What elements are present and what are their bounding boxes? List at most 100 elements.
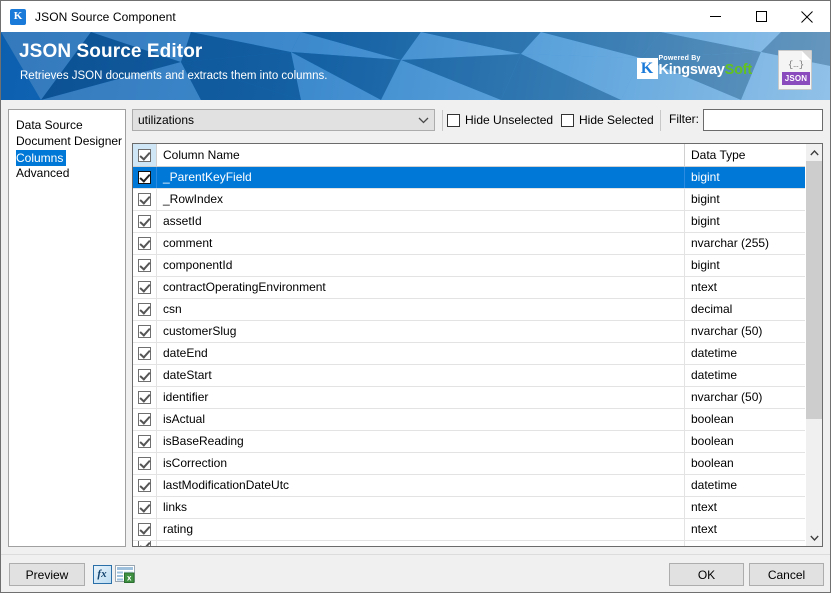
scrollbar-thumb[interactable]: [806, 161, 823, 419]
cell-data-type: bigint: [685, 167, 803, 188]
filter-input[interactable]: [703, 109, 823, 131]
cell-data-type: bigint: [685, 211, 803, 232]
row-checkbox[interactable]: [133, 519, 157, 540]
table-row[interactable]: ratingntext: [133, 519, 805, 541]
cell-column-name: assetId: [157, 211, 685, 232]
page-navigation-list[interactable]: Data Source Document Designer Columns Ad…: [8, 109, 126, 547]
column-header-column-name[interactable]: Column Name: [157, 144, 685, 166]
cell-column-name: isBaseReading: [157, 431, 685, 452]
row-checkbox[interactable]: [133, 475, 157, 496]
row-checkbox[interactable]: [133, 497, 157, 518]
grid-header-row: Column Name Data Type: [133, 144, 805, 167]
row-checkbox[interactable]: [133, 321, 157, 342]
checkbox-box: [138, 149, 151, 162]
row-checkbox[interactable]: [133, 453, 157, 474]
sidebar-item-columns[interactable]: Columns: [9, 149, 125, 165]
chevron-down-icon: [418, 110, 429, 130]
preview-button[interactable]: Preview: [9, 563, 85, 586]
sidebar-item-document-designer[interactable]: Document Designer: [9, 133, 125, 149]
cell-column-name: customerSlug: [157, 321, 685, 342]
grid-vertical-scrollbar[interactable]: [805, 144, 822, 546]
scroll-down-icon[interactable]: [806, 529, 823, 546]
page-title: JSON Source Editor: [19, 41, 202, 63]
select-all-checkbox[interactable]: [133, 144, 157, 166]
cell-column-name: contractOperatingEnvironment: [157, 277, 685, 298]
table-row[interactable]: linksntext: [133, 497, 805, 519]
checkbox-box: [447, 114, 460, 127]
row-checkbox[interactable]: [133, 167, 157, 188]
json-icon-label: JSON: [782, 72, 810, 85]
export-grid-glyph: x: [115, 565, 135, 583]
document-select[interactable]: utilizations: [132, 109, 435, 131]
table-row[interactable]: customerSlugnvarchar (50): [133, 321, 805, 343]
cell-column-name: links: [157, 497, 685, 518]
cell-data-type: bigint: [685, 255, 803, 276]
row-checkbox[interactable]: [133, 343, 157, 364]
row-checkbox[interactable]: [133, 541, 157, 547]
checkbox-box: [138, 413, 151, 426]
row-checkbox[interactable]: [133, 233, 157, 254]
cell-column-name: dateStart: [157, 365, 685, 386]
hide-unselected-checkbox[interactable]: Hide Unselected: [447, 109, 553, 131]
cell-column-name: _RowIndex: [157, 189, 685, 210]
minimize-icon[interactable]: [692, 1, 738, 32]
export-grid-icon[interactable]: x: [114, 563, 136, 585]
hide-selected-checkbox[interactable]: Hide Selected: [561, 109, 654, 131]
table-row[interactable]: dateEnddatetime: [133, 343, 805, 365]
row-checkbox[interactable]: [133, 409, 157, 430]
checkbox-box: [138, 479, 151, 492]
cell-column-name: componentId: [157, 255, 685, 276]
maximize-icon[interactable]: [738, 1, 784, 32]
table-row[interactable]: lastModificationDateUtcdatetime: [133, 475, 805, 497]
scroll-up-icon[interactable]: [806, 144, 823, 161]
table-row[interactable]: csndecimal: [133, 299, 805, 321]
logo-soft-label: Soft: [725, 62, 752, 78]
fx-expression-icon[interactable]: fx: [91, 563, 113, 585]
cancel-button[interactable]: Cancel: [749, 563, 824, 586]
checkbox-box: [138, 457, 151, 470]
sidebar-item-label: Document Designer: [9, 133, 125, 149]
checkbox-box: [138, 215, 151, 228]
table-row[interactable]: contractOperatingEnvironmentntext: [133, 277, 805, 299]
ok-button[interactable]: OK: [669, 563, 744, 586]
table-row[interactable]: assetIdbigint: [133, 211, 805, 233]
editor-body: Data Source Document Designer Columns Ad…: [1, 100, 830, 554]
checkbox-box: [138, 501, 151, 514]
sidebar-item-advanced[interactable]: Advanced: [9, 165, 125, 181]
row-checkbox[interactable]: [133, 189, 157, 210]
table-row[interactable]: commentnvarchar (255): [133, 233, 805, 255]
table-row[interactable]: dateStartdatetime: [133, 365, 805, 387]
svg-text:x: x: [127, 573, 132, 582]
cell-column-name: isActual: [157, 409, 685, 430]
logo-powered-by-label: Powered By: [659, 55, 752, 62]
cell-data-type: boolean: [685, 409, 803, 430]
table-row[interactable]: componentIdbigint: [133, 255, 805, 277]
kingswaysoft-k-icon: [10, 9, 26, 25]
cell-column-name: isCorrection: [157, 453, 685, 474]
table-row[interactable]: isBaseReadingboolean: [133, 431, 805, 453]
row-checkbox[interactable]: [133, 277, 157, 298]
cell-column-name: rating: [157, 519, 685, 540]
row-checkbox[interactable]: [133, 299, 157, 320]
toolbar-separator-2: [660, 110, 661, 131]
close-icon[interactable]: [784, 1, 830, 32]
row-checkbox[interactable]: [133, 387, 157, 408]
table-row[interactable]: _ParentKeyFieldbigint: [133, 167, 805, 189]
table-row[interactable]: isActualboolean: [133, 409, 805, 431]
window-controls: [692, 1, 830, 32]
row-checkbox[interactable]: [133, 211, 157, 232]
table-row[interactable]: [133, 541, 805, 547]
table-row[interactable]: isCorrectionboolean: [133, 453, 805, 475]
window-title: JSON Source Component: [35, 10, 176, 24]
table-row[interactable]: identifiernvarchar (50): [133, 387, 805, 409]
row-checkbox[interactable]: [133, 431, 157, 452]
row-checkbox[interactable]: [133, 365, 157, 386]
table-row[interactable]: _RowIndexbigint: [133, 189, 805, 211]
checkbox-box: [138, 281, 151, 294]
title-bar: JSON Source Component: [1, 1, 830, 32]
json-source-component-window: JSON Source Component: [0, 0, 831, 593]
column-header-data-type[interactable]: Data Type: [685, 144, 803, 166]
sidebar-item-data-source[interactable]: Data Source: [9, 117, 125, 133]
row-checkbox[interactable]: [133, 255, 157, 276]
dialog-footer: Preview fx x OK Cancel: [1, 554, 830, 592]
